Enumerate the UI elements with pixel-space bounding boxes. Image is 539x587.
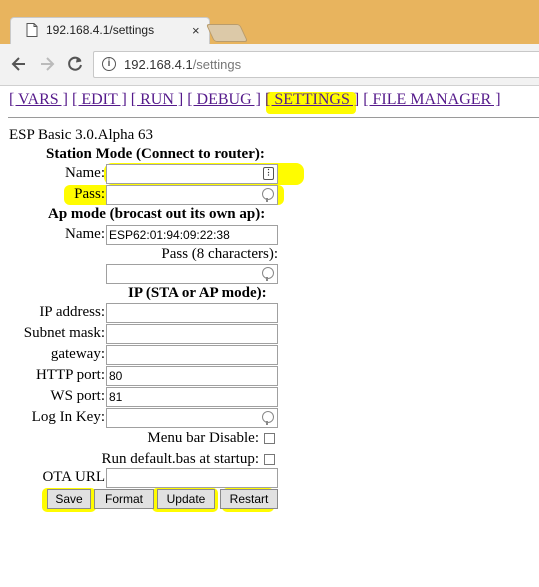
station-pass-input[interactable] xyxy=(106,185,278,205)
menu-link-debug[interactable]: [ DEBUG ] xyxy=(187,91,261,108)
ap-pass-label: Pass (8 characters): xyxy=(161,246,278,262)
ota-url-input[interactable] xyxy=(106,468,278,488)
key-icon[interactable]: ⋮ xyxy=(263,167,274,180)
tab-title: 192.168.4.1/settings xyxy=(46,23,155,37)
update-button[interactable]: Update xyxy=(157,489,215,509)
browser-toolbar: i 192.168.4.1/settings xyxy=(0,44,539,86)
forward-arrow-icon[interactable] xyxy=(37,54,57,74)
run-default-label: Run default.bas at startup: xyxy=(101,451,259,467)
station-pass-label: Pass: xyxy=(74,186,105,202)
menu-bar-disable-label: Menu bar Disable: xyxy=(147,430,259,446)
gateway-input[interactable] xyxy=(106,345,278,365)
password-key-icon[interactable] xyxy=(262,411,274,425)
ap-pass-input[interactable] xyxy=(106,264,278,284)
subnet-mask-label: Subnet mask: xyxy=(23,325,105,341)
close-icon[interactable]: × xyxy=(192,23,200,38)
menu-link-vars[interactable]: [ VARS ] xyxy=(9,91,68,108)
menu-link-settings[interactable]: [ SETTINGS ] xyxy=(265,91,359,108)
restart-button[interactable]: Restart xyxy=(220,489,278,509)
station-name-label: Name: xyxy=(65,165,105,181)
ip-address-label: IP address: xyxy=(39,304,105,320)
run-default-checkbox[interactable] xyxy=(264,454,275,465)
gateway-label: gateway: xyxy=(50,346,105,362)
ip-heading: IP (STA or AP mode): xyxy=(128,285,267,301)
info-icon[interactable]: i xyxy=(102,57,116,71)
page-icon xyxy=(26,23,38,37)
http-port-label: HTTP port: xyxy=(35,367,105,383)
subnet-mask-input[interactable] xyxy=(106,324,278,344)
nav-menu: [ VARS ] [ EDIT ] [ RUN ] [ DEBUG ] [ SE… xyxy=(9,91,501,109)
ota-url-label: OTA URL xyxy=(42,469,105,485)
station-name-input[interactable]: ⋮ xyxy=(106,164,278,184)
password-key-icon[interactable] xyxy=(262,188,274,202)
menu-bar-disable-checkbox[interactable] xyxy=(264,433,275,444)
tab-strip: 192.168.4.1/settings × xyxy=(0,0,539,44)
ws-port-label: WS port: xyxy=(50,388,105,404)
version-text: ESP Basic 3.0.Alpha 63 xyxy=(9,127,154,143)
ws-port-input[interactable]: 81 xyxy=(106,387,278,407)
menu-link-file-manager[interactable]: [ FILE MANAGER ] xyxy=(363,91,500,108)
http-port-input[interactable]: 80 xyxy=(106,366,278,386)
ip-address-input[interactable] xyxy=(106,303,278,323)
url-text: 192.168.4.1/settings xyxy=(124,57,242,72)
back-arrow-icon[interactable] xyxy=(9,54,29,74)
ap-name-label: Name: xyxy=(65,226,105,242)
divider xyxy=(8,117,539,118)
station-mode-heading: Station Mode (Connect to router): xyxy=(46,146,265,162)
reload-icon[interactable] xyxy=(65,54,85,74)
save-button[interactable]: Save xyxy=(47,489,91,509)
password-key-icon[interactable] xyxy=(262,267,274,281)
menu-link-run[interactable]: [ RUN ] xyxy=(131,91,183,108)
new-tab-button[interactable] xyxy=(205,24,249,42)
login-key-input[interactable] xyxy=(106,408,278,428)
login-key-label: Log In Key: xyxy=(31,409,105,425)
address-bar[interactable]: i 192.168.4.1/settings xyxy=(93,51,539,78)
ap-name-input[interactable]: ESP62:01:94:09:22:38 xyxy=(106,225,278,245)
ap-mode-heading: Ap mode (brocast out its own ap): xyxy=(48,206,266,222)
browser-tab[interactable]: 192.168.4.1/settings × xyxy=(10,17,210,44)
format-button[interactable]: Format xyxy=(94,489,154,509)
menu-link-edit[interactable]: [ EDIT ] xyxy=(72,91,127,108)
